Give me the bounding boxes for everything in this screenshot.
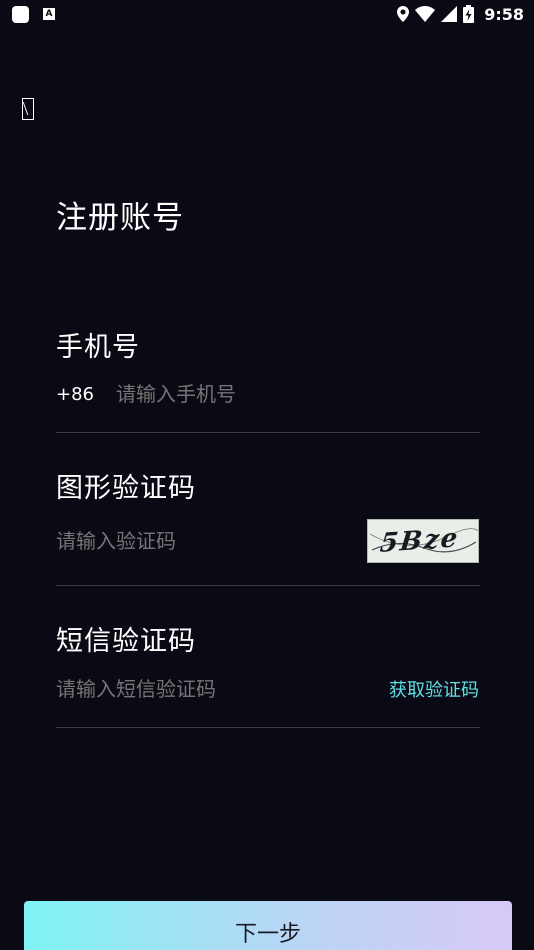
phone-label: 手机号 [56, 332, 140, 363]
captcha-input-row [56, 521, 356, 561]
status-bar: A 9:58 [0, 0, 534, 28]
status-right: 9:58 [397, 5, 524, 24]
captcha-input[interactable] [56, 529, 356, 553]
back-icon[interactable] [22, 98, 34, 120]
phone-input-row: +86 [56, 374, 480, 414]
register-screen: A 9:58 注册账号 手机号 +86 图形验 [0, 0, 534, 950]
sms-divider [56, 727, 480, 728]
battery-charging-icon [463, 5, 475, 23]
phone-input[interactable] [116, 382, 480, 406]
captcha-label: 图形验证码 [56, 473, 196, 504]
next-button[interactable]: 下一步 [24, 901, 512, 950]
sms-input-row [56, 669, 356, 709]
status-left: A [12, 5, 55, 23]
app-notification-icon [12, 5, 29, 23]
sms-input[interactable] [56, 677, 356, 701]
wifi-icon [415, 6, 436, 22]
phone-divider [56, 432, 480, 433]
status-time: 9:58 [484, 4, 524, 24]
a-notification-icon: A [43, 8, 55, 20]
page-title: 注册账号 [56, 200, 184, 236]
sms-label: 短信验证码 [56, 626, 196, 657]
get-code-button[interactable]: 获取验证码 [389, 676, 479, 702]
country-code[interactable]: +86 [56, 384, 116, 405]
signal-icon [441, 6, 458, 22]
captcha-image[interactable]: 5Bze [367, 519, 479, 563]
captcha-text: 5Bze [378, 523, 461, 559]
location-icon [397, 6, 410, 22]
captcha-divider [56, 585, 480, 586]
